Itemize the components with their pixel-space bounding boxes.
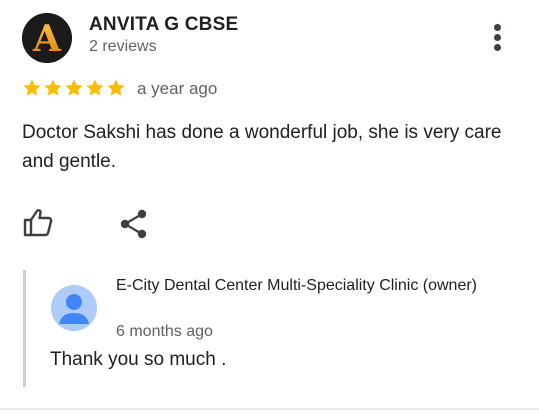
share-icon bbox=[120, 209, 147, 239]
owner-name[interactable]: E-City Dental Center Multi-Speciality Cl… bbox=[116, 275, 516, 297]
reviewer-avatar-logo: A bbox=[22, 13, 72, 63]
like-button[interactable] bbox=[22, 206, 54, 238]
reviewer-name[interactable]: ANVITA G CBSE bbox=[89, 14, 238, 36]
review-time: a year ago bbox=[137, 79, 218, 98]
reply-text: Thank you so much . bbox=[50, 349, 227, 370]
person-icon bbox=[51, 285, 97, 331]
star-icon bbox=[44, 79, 62, 96]
share-button[interactable] bbox=[119, 208, 149, 240]
reply-time: 6 months ago bbox=[116, 323, 213, 340]
reviewer-initial: A bbox=[32, 18, 62, 60]
review-text: Doctor Sakshi has done a wonderful job, … bbox=[22, 122, 502, 172]
star-icon bbox=[107, 79, 125, 96]
more-vert-dot bbox=[494, 34, 501, 41]
star-icon bbox=[86, 79, 104, 96]
star-icon bbox=[23, 79, 41, 96]
thumb-up-icon bbox=[23, 209, 53, 237]
owner-avatar[interactable] bbox=[51, 285, 97, 331]
more-vert-dot bbox=[494, 44, 501, 51]
star-rating bbox=[22, 78, 126, 98]
more-options-button[interactable] bbox=[486, 22, 510, 54]
reviewer-avatar[interactable]: A bbox=[22, 13, 72, 63]
star-icon bbox=[65, 79, 83, 96]
review-count: 2 reviews bbox=[89, 38, 157, 55]
divider bbox=[0, 408, 539, 410]
more-vert-icon bbox=[494, 24, 501, 31]
